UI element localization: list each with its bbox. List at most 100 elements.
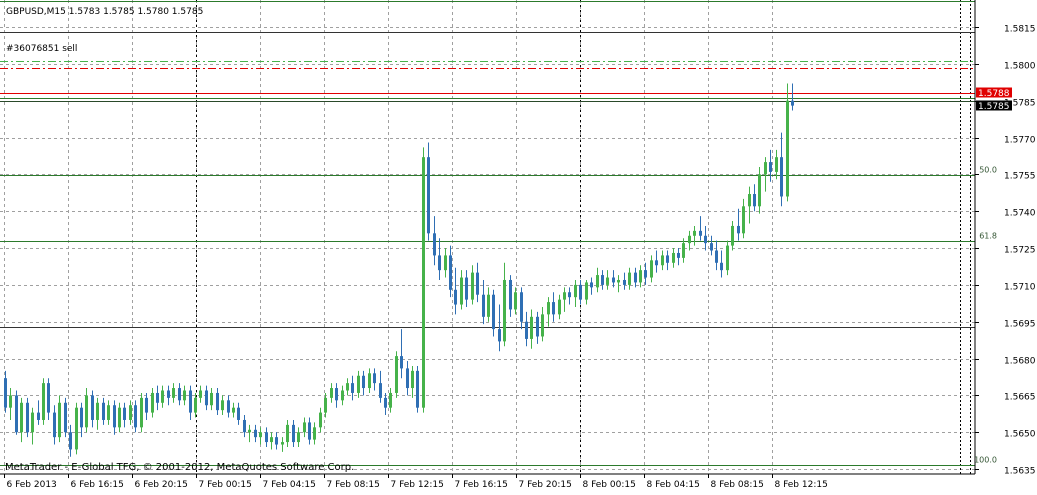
candle-body [585,282,588,300]
candle-body [699,230,702,236]
order-price-label-text: 1.5788 [978,89,1010,99]
candle [91,390,94,428]
candle-body [37,412,40,420]
candle-body [265,432,268,443]
candle-body [145,397,148,413]
candle [438,238,441,280]
candle-body [156,392,159,403]
y-tick-label: 1.5815 [1004,25,1036,35]
candle-body [281,442,284,445]
candle-body [677,252,680,258]
candle [259,427,262,445]
x-tick-label: 7 Feb 20:15 [519,480,572,490]
candle [634,267,637,288]
candle [492,289,495,337]
candle-body [140,397,143,428]
candle [26,397,29,438]
candle [699,216,702,241]
candle-body [303,422,306,433]
candle-body [324,397,327,413]
candle-body [351,383,354,393]
candle [96,397,99,430]
candles [4,83,794,457]
y-tick-label: 1.5680 [1004,357,1036,367]
candle-body [47,383,50,413]
candle [710,235,713,256]
candle-body [688,235,691,244]
candle-body [758,174,761,207]
candle [151,388,154,418]
candle-body [541,314,544,337]
candle-body [216,392,219,411]
candle-body [389,392,392,408]
x-tick-label: 6 Feb 16:15 [71,480,124,490]
candle-body [313,427,316,440]
candle [590,277,593,295]
candle [216,388,219,416]
candle-body [742,206,745,234]
candle [623,272,626,290]
candle [748,186,751,224]
candle-body [769,162,772,172]
candle [189,385,192,420]
candle [639,265,642,288]
candle-body [563,292,566,300]
candle-body [487,294,490,317]
candle-body [205,390,208,406]
candle [726,240,729,276]
candle-body [286,424,289,443]
candle-body [530,316,533,339]
candle [20,397,23,443]
candle-body [379,383,382,398]
candle [579,279,582,305]
candle [47,378,50,420]
candle [596,267,599,293]
candle-body [720,262,723,271]
candle [433,216,436,266]
order-label[interactable]: #36076851 sell [6,44,77,54]
candle-body [579,284,582,300]
candle-body [601,275,604,285]
candle-body [346,383,349,391]
candle-body [726,245,729,271]
x-tick-label: 8 Feb 00:15 [583,480,636,490]
candle [113,400,116,435]
candle [275,432,278,450]
candle-body [341,390,344,401]
candle [199,385,202,403]
candle-body [384,397,387,408]
candle-body [178,388,181,401]
candle [655,250,658,273]
candle [221,395,224,416]
candle-body [682,243,685,258]
x-tick-label: 8 Feb 08:15 [711,480,764,490]
candle [780,132,783,207]
candle-body [525,321,528,339]
candle [400,329,403,379]
candle-body [693,230,696,236]
candle [791,83,794,111]
candle-body [547,302,550,315]
candle-body [357,375,360,393]
candle-body [9,395,12,408]
price-chart[interactable]: 1.5815 1.5800 1.5785 1.5770 1.5755 1.5740 1.57… [0,0,1037,491]
chart-area[interactable]: 1.5815 1.5800 1.5785 1.5770 1.5755 1.5740 1.57… [0,0,1037,491]
candle-body [129,405,132,420]
candle-body [53,412,56,438]
candle-body [623,279,626,285]
candle-body [183,390,186,401]
candle [416,365,419,413]
candle [145,392,148,420]
candle-body [748,194,751,207]
candle-body [368,373,371,389]
candle [482,279,485,325]
candle [129,400,132,425]
candle-body [460,277,463,305]
candle [530,309,533,349]
candle-body [91,395,94,420]
candle-body [552,302,555,315]
candle-body [199,390,202,398]
candle-body [26,402,29,433]
candle [330,383,333,403]
y-tick-label: 1.5725 [1004,246,1036,256]
